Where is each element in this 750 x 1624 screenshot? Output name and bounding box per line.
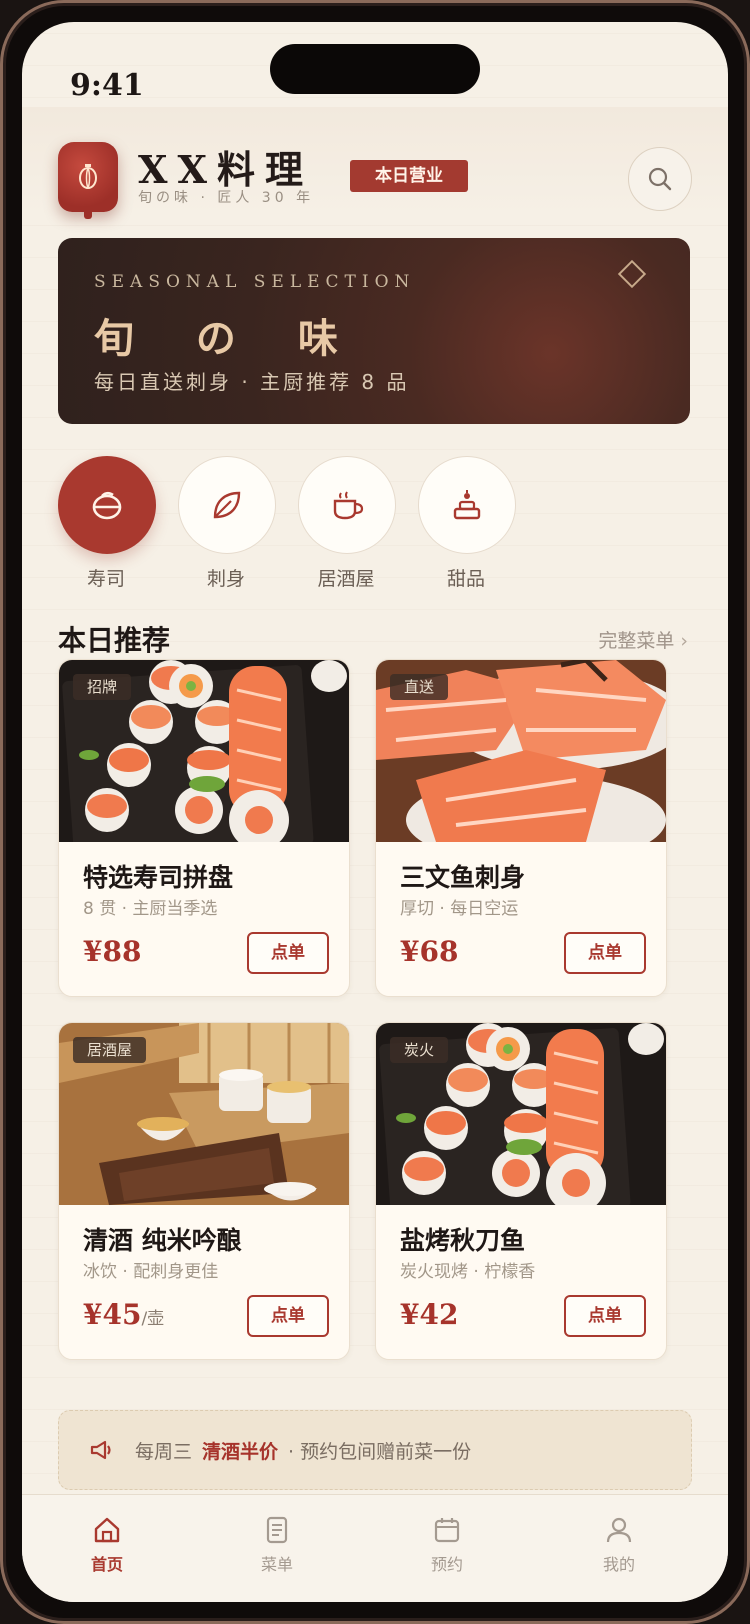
dish-name: 三文鱼刺身: [400, 863, 526, 892]
sushi-platter-image: 招牌: [59, 660, 349, 842]
status-time: 9:41: [70, 68, 144, 103]
category-label: 居酒屋: [317, 568, 375, 590]
open-status-badge: 本日营业: [350, 160, 468, 192]
full-menu-link-label: 完整菜单: [598, 630, 675, 652]
menu-icon: [266, 1516, 288, 1544]
price-value: ¥88: [83, 935, 142, 968]
banner-eyebrow: SEASONAL SELECTION: [94, 272, 416, 292]
order-button[interactable]: 点单: [247, 932, 329, 974]
card-tag: 炭火: [390, 1037, 449, 1063]
tab-label: 我的: [602, 1555, 635, 1574]
price-unit: /壶: [141, 1309, 165, 1329]
category-dessert[interactable]: 甜品: [418, 456, 516, 591]
user-icon: [606, 1517, 632, 1543]
app-header: XX料理 旬の味 · 匠人 30 年 本日营业: [22, 107, 728, 219]
search-button[interactable]: [628, 147, 692, 211]
search-icon: [648, 167, 672, 191]
tab-label: 菜单: [260, 1555, 293, 1574]
category-circle: [58, 456, 156, 554]
order-button[interactable]: 点单: [247, 1295, 329, 1337]
category-list: 寿司 刺身 居酒屋 甜品: [58, 456, 578, 596]
sake-image: 居酒屋: [59, 1023, 349, 1205]
menu-card-salmon-sashimi[interactable]: 直送 三文鱼刺身 厚切 · 每日空运 ¥68 点单: [375, 659, 667, 997]
brand-subtitle: 旬の味 · 匠人 30 年: [138, 190, 315, 206]
tab-label: 预约: [430, 1555, 463, 1574]
lantern-icon: [58, 142, 118, 212]
lantern-tassel: [84, 207, 92, 219]
dish-description: 炭火现烤 · 柠檬香: [400, 1262, 536, 1282]
tab-reservation[interactable]: 预约: [402, 1515, 492, 1575]
seasonal-banner[interactable]: SEASONAL SELECTION 旬 の 味 每日直送刺身 · 主厨推荐 8…: [58, 238, 690, 424]
category-circle: [418, 456, 516, 554]
dish-description: 厚切 · 每日空运: [400, 899, 519, 919]
section-title: 本日推荐: [58, 624, 171, 657]
leaf-icon: [213, 491, 241, 519]
notice-suffix: · 预约包间赠前菜一份: [288, 1441, 472, 1463]
price-value: ¥42: [400, 1298, 459, 1331]
sushi-icon: [92, 491, 122, 520]
salmon-sashimi-image: 直送: [376, 660, 666, 842]
dish-description: 冰饮 · 配刺身更佳: [83, 1262, 219, 1282]
category-label: 刺身: [206, 568, 245, 590]
order-button[interactable]: 点单: [564, 1295, 646, 1337]
category-circle: [298, 456, 396, 554]
dish-price: ¥45/壶: [83, 1298, 164, 1331]
dish-price: ¥42: [400, 1298, 458, 1331]
order-button[interactable]: 点单: [564, 932, 646, 974]
card-tag: 招牌: [73, 674, 132, 700]
menu-card-sake[interactable]: 居酒屋 清酒 纯米吟酿 冰饮 · 配刺身更佳 ¥45/壶 点单: [58, 1022, 350, 1360]
dish-description: 8 贯 · 主厨当季选: [83, 899, 218, 919]
brand-title: XX料理: [138, 147, 313, 192]
menu-card-sushi-platter[interactable]: 招牌 特选寿司拼盘 8 贯 · 主厨当季选 ¥88 点单: [58, 659, 350, 997]
category-sashimi[interactable]: 刺身: [178, 456, 276, 591]
home-icon: [94, 1517, 120, 1543]
category-label: 寿司: [86, 568, 125, 590]
banner-description: 每日直送刺身 · 主厨推荐 8 品: [94, 370, 410, 394]
dish-price: ¥68: [400, 935, 458, 968]
cup-icon: [333, 491, 364, 520]
menu-card-grilled-saury[interactable]: 炭火 盐烤秋刀鱼 炭火现烤 · 柠檬香 ¥42 点单: [375, 1022, 667, 1360]
category-label: 甜品: [446, 568, 485, 590]
full-menu-link[interactable]: 完整菜单 ›: [598, 626, 688, 653]
card-tag: 直送: [390, 674, 449, 700]
calendar-icon: [434, 1518, 460, 1543]
tab-profile[interactable]: 我的: [574, 1515, 664, 1575]
tab-label: 首页: [90, 1555, 123, 1574]
notice-prefix: 每周三: [135, 1441, 193, 1463]
app-screen: 9:41 XX料理 旬の味 · 匠人 30 年 本日营业 SEASONAL SE…: [22, 22, 728, 1602]
chevron-right-icon: ›: [680, 630, 688, 652]
dish-name: 清酒 纯米吟酿: [83, 1226, 242, 1255]
tab-menu[interactable]: 菜单: [232, 1515, 322, 1575]
banner-title: 旬 の 味: [94, 315, 362, 362]
bottom-tab-bar: 首页 菜单 预约 我的: [22, 1494, 728, 1602]
notice-highlight: 清酒半价: [202, 1441, 279, 1463]
card-tag: 居酒屋: [73, 1037, 147, 1063]
grilled-saury-image: 炭火: [376, 1023, 666, 1205]
device-frame: 9:41 XX料理 旬の味 · 匠人 30 年 本日营业 SEASONAL SE…: [0, 0, 750, 1624]
category-circle: [178, 456, 276, 554]
dish-name: 特选寿司拼盘: [83, 863, 234, 892]
tab-home[interactable]: 首页: [62, 1515, 152, 1575]
notice-text: 每周三 清酒半价 · 预约包间赠前菜一份: [135, 1437, 471, 1464]
category-sushi[interactable]: 寿司: [58, 456, 156, 591]
megaphone-icon: [90, 1440, 111, 1460]
category-izakaya[interactable]: 居酒屋: [298, 456, 396, 591]
dish-name: 盐烤秋刀鱼: [400, 1226, 526, 1255]
diamond-icon: [617, 259, 647, 289]
dish-price: ¥88: [83, 935, 141, 968]
dessert-icon: [453, 490, 481, 520]
price-value: ¥45: [83, 1298, 142, 1331]
promo-notice[interactable]: 每周三 清酒半价 · 预约包间赠前菜一份: [58, 1410, 692, 1490]
dynamic-island: [270, 44, 480, 94]
price-value: ¥68: [400, 935, 459, 968]
